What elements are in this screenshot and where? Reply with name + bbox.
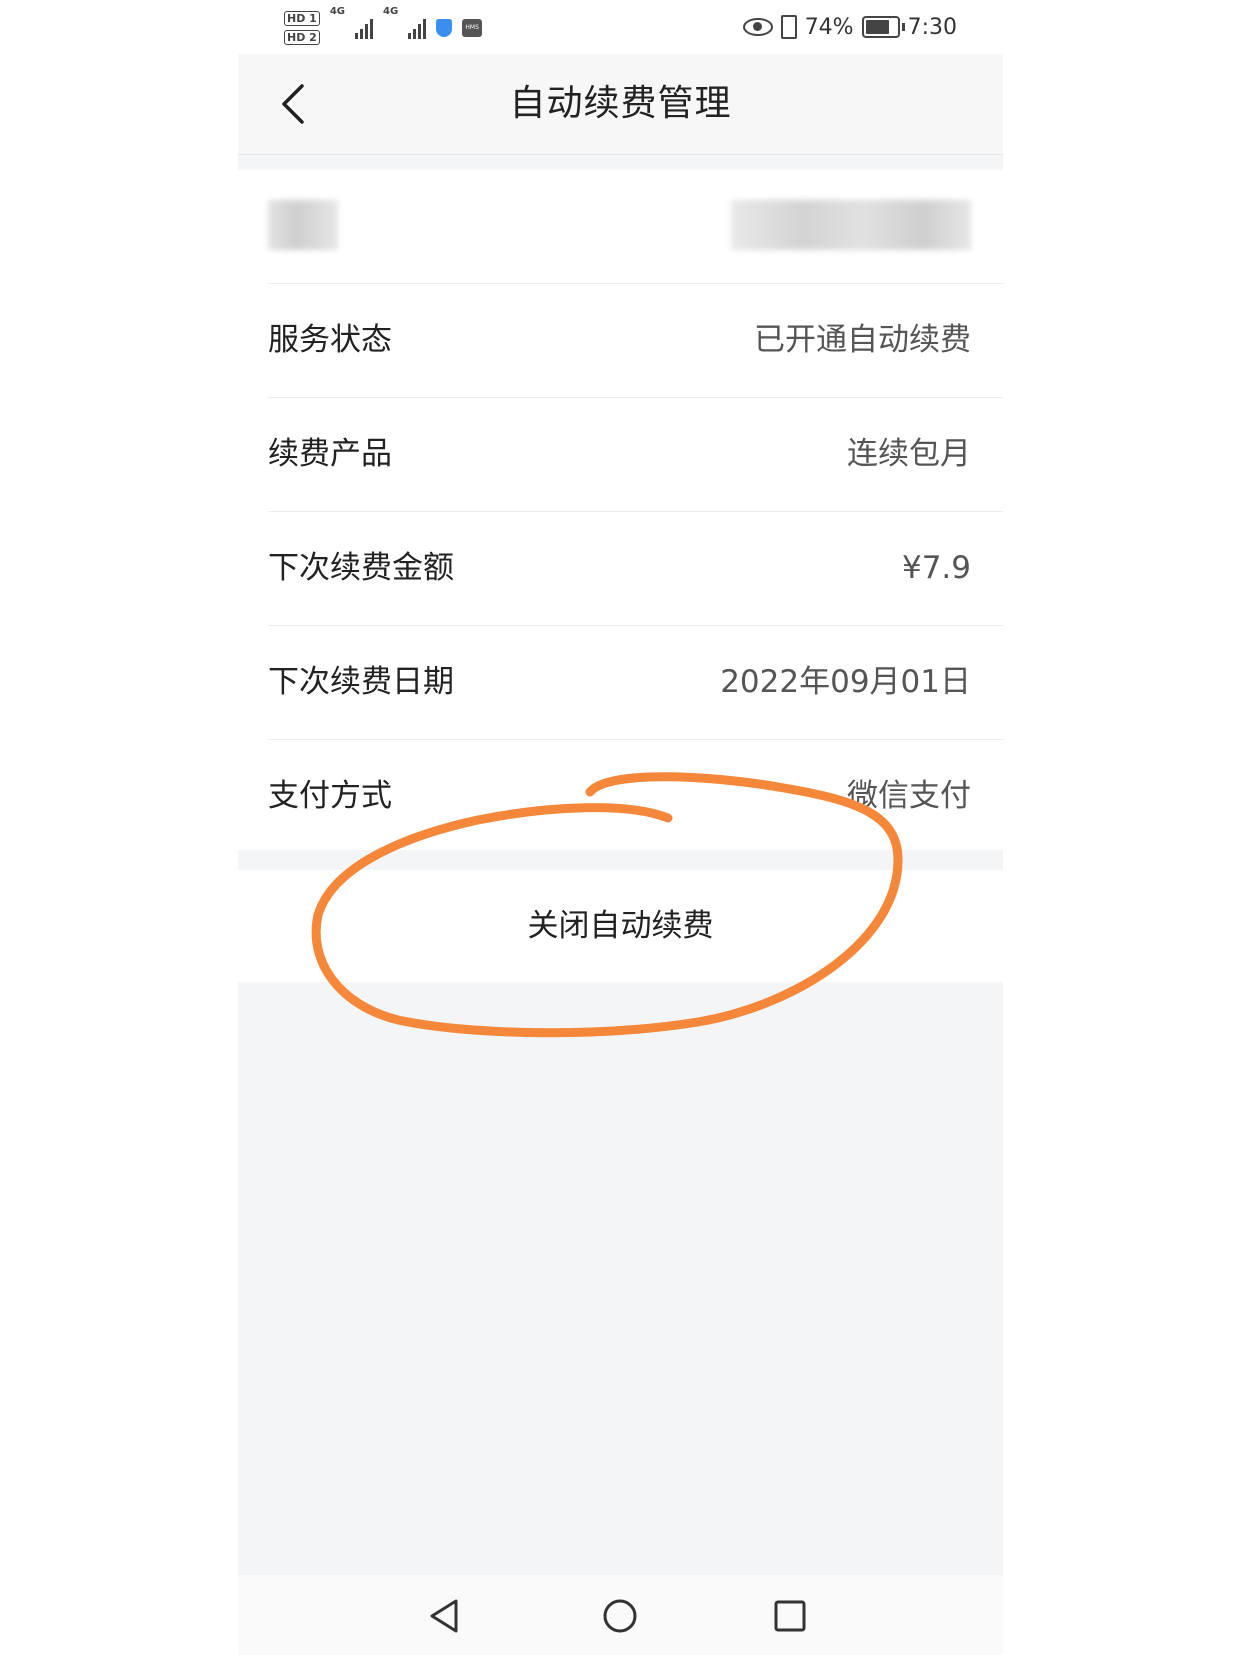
eye-icon (742, 18, 773, 36)
next-amount-value: ¥7.9 (901, 550, 971, 586)
blurred-account-label (268, 200, 338, 250)
nav-home-button[interactable] (595, 1591, 645, 1641)
product-row: 续费产品 连续包月 (268, 398, 1003, 512)
app-header: 自动续费管理 (238, 54, 1003, 155)
next-date-label: 下次续费日期 (268, 664, 454, 700)
status-bar: HD 1 HD 2 4G 4G HMS 74% 7:30 (238, 0, 1003, 54)
service-status-label: 服务状态 (268, 322, 392, 358)
nav-back-icon (430, 1599, 458, 1633)
sim-2-badge: HD 2 (284, 30, 320, 45)
next-date-value: 2022年09月01日 (720, 664, 971, 700)
service-status-value: 已开通自动续费 (754, 322, 971, 358)
sim-1-badge: HD 1 (284, 11, 320, 26)
nav-recents-icon (774, 1600, 806, 1632)
next-amount-row: 下次续费金额 ¥7.9 (268, 512, 1003, 626)
clock: 7:30 (907, 14, 957, 40)
vibrate-icon (780, 15, 797, 39)
service-status-row: 服务状态 已开通自动续费 (268, 284, 1003, 398)
battery-percent: 74% (804, 14, 854, 40)
payment-method-value: 微信支付 (847, 778, 971, 814)
network-type-2: 4G (383, 6, 399, 17)
nav-back-button[interactable] (420, 1591, 470, 1641)
hms-icon: HMS (462, 19, 483, 37)
network-type-1: 4G (329, 6, 345, 17)
product-label: 续费产品 (268, 436, 392, 472)
payment-method-row: 支付方式 微信支付 (268, 740, 1003, 853)
close-auto-renew-section: 关闭自动续费 (238, 870, 1003, 982)
nav-recents-button[interactable] (765, 1591, 815, 1641)
security-shield-icon (436, 19, 453, 37)
next-date-row: 下次续费日期 2022年09月01日 (268, 626, 1003, 740)
product-value: 连续包月 (847, 436, 971, 472)
battery-icon (861, 16, 905, 38)
page-title: 自动续费管理 (509, 83, 732, 124)
next-amount-label: 下次续费金额 (268, 550, 454, 586)
system-nav-bar (238, 1575, 1003, 1655)
signal-2-icon (408, 17, 427, 39)
nav-home-icon (603, 1599, 637, 1633)
blurred-account-value (731, 200, 971, 250)
sim-indicators: HD 1 HD 2 (284, 11, 320, 45)
renewal-details-card: 服务状态 已开通自动续费 续费产品 连续包月 下次续费金额 ¥7.9 下次续费日… (238, 170, 1003, 850)
close-auto-renew-button[interactable]: 关闭自动续费 (238, 870, 1003, 982)
payment-method-label: 支付方式 (268, 778, 392, 814)
phone-screen: HD 1 HD 2 4G 4G HMS 74% 7:30 自动续费管理 服务状态… (238, 0, 1003, 1655)
signal-1-icon (355, 17, 373, 39)
account-row (268, 170, 1003, 284)
